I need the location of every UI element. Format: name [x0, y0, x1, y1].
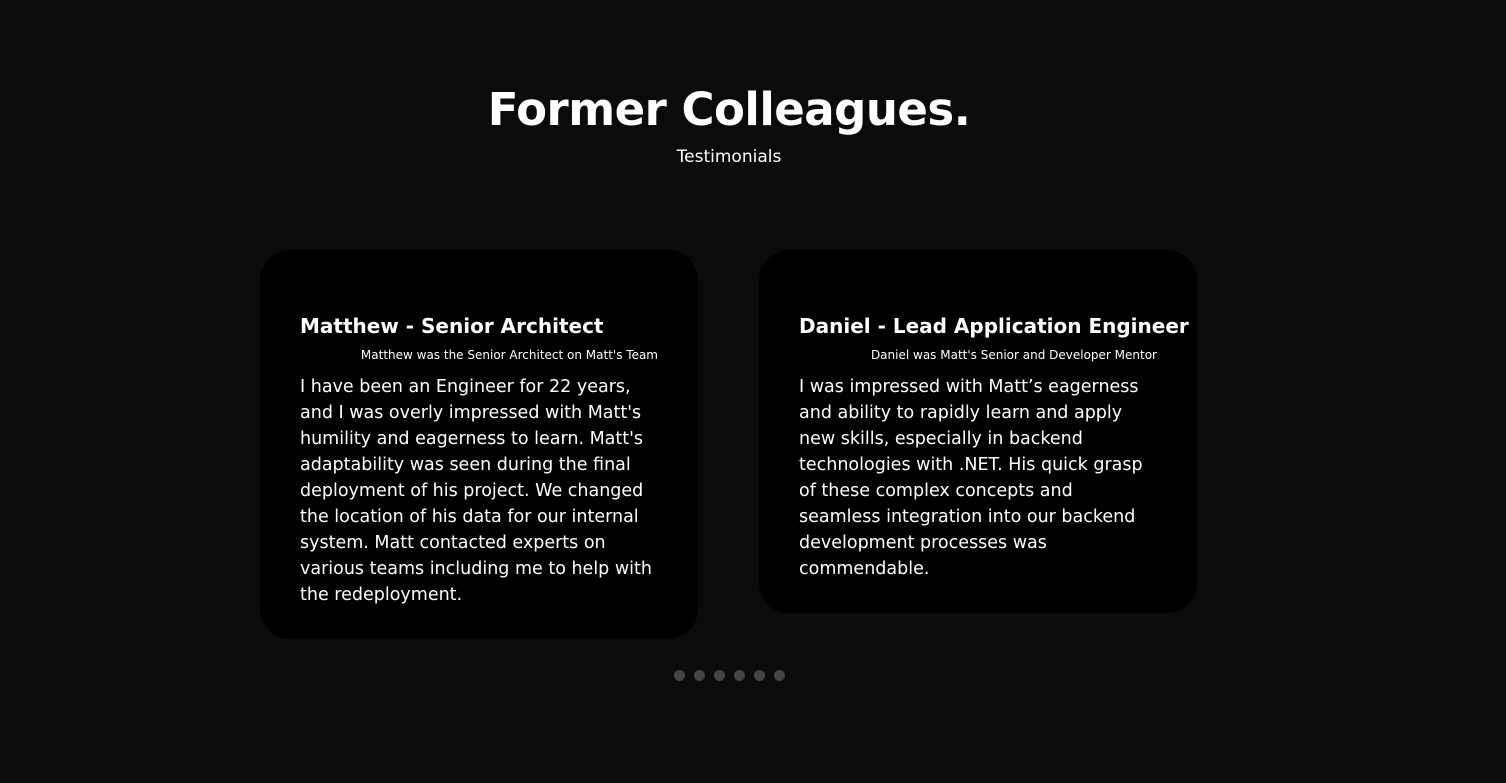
testimonial-quote: I have been an Engineer for 22 years, an… [300, 377, 652, 605]
testimonial-role: Matthew was the Senior Architect on Matt… [360, 348, 658, 362]
testimonial-card: Matthew - Senior Architect Matthew was t… [260, 250, 698, 639]
carousel-dot[interactable] [754, 670, 765, 681]
testimonial-role: Daniel was Matt's Senior and Developer M… [870, 348, 1157, 362]
testimonial-name: Matthew - Senior Architect [300, 314, 604, 338]
carousel-dot[interactable] [674, 670, 685, 681]
carousel-pagination [674, 670, 785, 681]
carousel-dot[interactable] [774, 670, 785, 681]
carousel-dot[interactable] [714, 670, 725, 681]
testimonials-section: Former Colleagues. Testimonials Matthew … [0, 0, 1506, 783]
carousel-dot[interactable] [734, 670, 745, 681]
carousel-dot[interactable] [694, 670, 705, 681]
testimonial-card: Daniel - Lead Application Engineer Danie… [759, 250, 1197, 613]
section-title: Former Colleagues. [487, 83, 971, 136]
testimonial-quote: I was impressed with Matt’s eagerness an… [799, 377, 1143, 579]
testimonial-name: Daniel - Lead Application Engineer [799, 314, 1189, 338]
section-subtitle: Testimonials [676, 147, 782, 167]
